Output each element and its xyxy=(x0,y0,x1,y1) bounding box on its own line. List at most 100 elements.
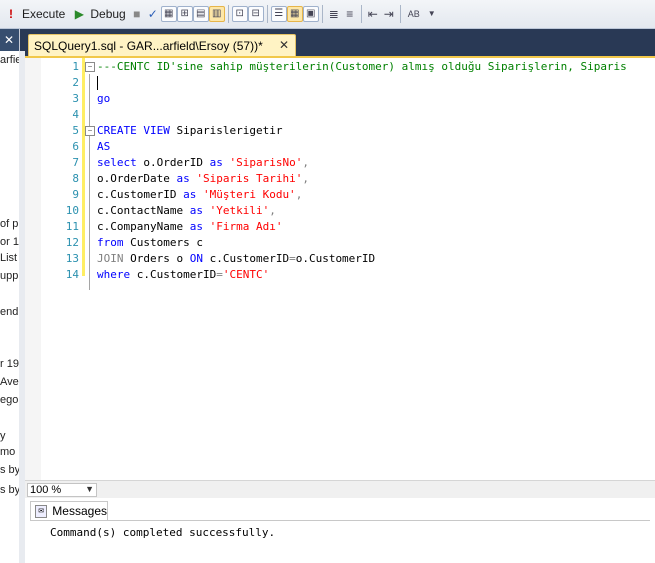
editor-margin xyxy=(25,58,41,480)
client-stats-icon[interactable]: ⊟ xyxy=(247,6,264,22)
actual-plan-icon[interactable]: ⊡ xyxy=(231,6,248,22)
code-token: = xyxy=(216,268,223,281)
code-token: as xyxy=(183,188,197,201)
tab-close-icon[interactable]: ✕ xyxy=(279,38,289,52)
toolbar-separator xyxy=(399,5,401,23)
explorer-node-fragment[interactable]: end xyxy=(0,306,18,318)
code-token: ---CENTC ID'sine sahip müşterilerin(Cust… xyxy=(97,60,627,73)
explorer-node-fragment[interactable]: of p xyxy=(0,218,18,230)
code-token: Siparislerigetir xyxy=(169,124,283,137)
code-token: from xyxy=(97,236,124,249)
code-area[interactable]: ---CENTC ID'sine sahip müşterilerin(Cust… xyxy=(97,58,627,283)
execute-button[interactable]: ! Execute xyxy=(0,3,68,25)
collapse-region-icon[interactable]: − xyxy=(85,126,95,136)
code-line[interactable]: c.ContactName as 'Yetkili', xyxy=(97,203,627,219)
code-line[interactable]: c.CompanyName as 'Firma Adı' xyxy=(97,219,627,235)
toolbar-overflow-icon[interactable]: ▼ xyxy=(424,6,440,22)
explorer-node-fragment[interactable]: y xyxy=(0,430,6,442)
line-number: 12 xyxy=(65,236,79,249)
play-icon: ▶ xyxy=(74,7,84,21)
code-token: 'Müşteri Kodu' xyxy=(202,188,296,201)
code-line[interactable]: o.OrderDate as 'Siparis Tarihi', xyxy=(97,171,627,187)
intellisense-icon[interactable]: ▥ xyxy=(208,6,225,22)
line-number: 6 xyxy=(72,140,79,153)
query-options-icon[interactable]: ▦ xyxy=(160,6,177,22)
code-line[interactable]: JOIN Orders o ON c.CustomerID=o.Customer… xyxy=(97,251,627,267)
changed-lines-marker xyxy=(82,58,85,276)
code-token: as xyxy=(189,220,203,233)
code-token: c.CustomerID xyxy=(97,188,184,201)
increase-indent-icon[interactable]: ⇥ xyxy=(381,6,397,22)
query-editor[interactable]: 1 2 3 4 5 6 7 8 9 10 11 12 13 14 − − ---CENTC ID'sine… xyxy=(25,56,655,480)
code-token: VIEW xyxy=(143,124,170,137)
code-token: as xyxy=(176,172,190,185)
toolbar-separator xyxy=(360,5,362,23)
parse-check-icon[interactable]: ✓ xyxy=(145,6,161,22)
stop-icon[interactable]: ■ xyxy=(129,6,145,22)
explorer-node-fragment[interactable]: Ave xyxy=(0,376,19,388)
explorer-node-fragment[interactable]: mo xyxy=(0,446,15,458)
code-token: where xyxy=(97,268,131,281)
results-to-text-icon[interactable]: ☰ xyxy=(270,6,287,22)
chevron-down-icon: ▼ xyxy=(85,484,94,494)
results-to-grid-icon[interactable]: ▦ xyxy=(286,6,303,22)
code-line[interactable]: select o.OrderID as 'SiparisNo', xyxy=(97,155,627,171)
line-number: 7 xyxy=(72,156,79,169)
code-token: o.OrderID xyxy=(136,156,210,169)
collapse-region-icon[interactable]: − xyxy=(85,62,95,72)
messages-tab-label: Messages xyxy=(52,504,107,518)
close-icon[interactable]: ✕ xyxy=(4,33,14,47)
zoom-value: 100 % xyxy=(30,484,62,496)
line-numbers: 1 2 3 4 5 6 7 8 9 10 11 12 13 14 xyxy=(41,58,81,283)
code-token: Customers c xyxy=(123,236,203,249)
zoom-dropdown[interactable]: 100 % ▼ xyxy=(27,483,97,497)
line-number: 13 xyxy=(65,252,79,265)
comment-lines-icon[interactable]: ≣ xyxy=(326,6,342,22)
tab-messages[interactable]: ✉ Messages xyxy=(30,501,108,521)
code-line[interactable]: go xyxy=(97,91,627,107)
decrease-indent-icon[interactable]: ⇤ xyxy=(365,6,381,22)
code-line[interactable] xyxy=(97,107,627,123)
explorer-node-fragment[interactable]: List xyxy=(0,252,17,264)
code-line[interactable]: AS xyxy=(97,139,627,155)
query-designer-icon[interactable]: ▤ xyxy=(192,6,209,22)
messages-icon: ✉ xyxy=(35,504,48,518)
code-token: 'Yetkili' xyxy=(209,204,270,217)
debug-button[interactable]: ▶ Debug xyxy=(68,3,128,25)
tab-title: SQLQuery1.sql - GAR...arfield\Ersoy (57)… xyxy=(34,38,263,53)
explorer-node-fragment[interactable]: upp xyxy=(0,270,18,282)
results-tab-divider xyxy=(30,520,650,521)
results-to-file-icon[interactable]: ▣ xyxy=(302,6,319,22)
explorer-node-fragment[interactable]: arfie xyxy=(0,54,19,66)
toolbar-separator xyxy=(321,5,323,23)
code-line[interactable]: from Customers c xyxy=(97,235,627,251)
explorer-node-fragment[interactable]: or 19 xyxy=(0,236,19,248)
code-line[interactable]: CREATE VIEW Siparislerigetir xyxy=(97,123,627,139)
explorer-node-fragment[interactable]: r 19 xyxy=(0,358,19,370)
display-plan-icon[interactable]: ⊞ xyxy=(176,6,193,22)
code-line[interactable]: ---CENTC ID'sine sahip müşterilerin(Cust… xyxy=(97,59,627,75)
sql-editor-toolbar: ! Execute ▶ Debug ■ ✓ ▦ ⊞ ▤ ▥ ⊡ ⊟ ☰ ▦ ▣ … xyxy=(0,0,655,29)
uncomment-lines-icon[interactable]: ≡ xyxy=(342,6,358,22)
code-token: select xyxy=(97,156,137,169)
code-line[interactable]: c.CustomerID as 'Müşteri Kodu', xyxy=(97,187,627,203)
code-token: o.CustomerID xyxy=(295,252,376,265)
code-token: 'Siparis Tarihi' xyxy=(196,172,303,185)
line-number: 4 xyxy=(72,108,79,121)
explorer-node-fragment[interactable]: s by xyxy=(0,464,19,476)
code-line[interactable] xyxy=(97,75,627,91)
code-token: AS xyxy=(97,140,111,153)
execute-exclamation-icon: ! xyxy=(9,7,13,21)
code-token: c.CompanyName xyxy=(97,220,190,233)
code-line[interactable]: where c.CustomerID='CENTC' xyxy=(97,267,627,283)
specify-values-icon[interactable]: AB xyxy=(404,6,424,22)
object-explorer-panel: arfie of p or 19 List upp end r 19 Ave egor y mo s … xyxy=(0,29,20,563)
explorer-node-fragment[interactable]: s by xyxy=(0,484,19,496)
code-token: CREATE xyxy=(97,124,137,137)
code-token: o.OrderDate xyxy=(97,172,177,185)
tab-sqlquery1[interactable]: SQLQuery1.sql - GAR...arfield\Ersoy (57)… xyxy=(28,34,296,56)
explorer-node-fragment[interactable]: egor xyxy=(0,394,19,406)
editor-horizontal-scrollbar[interactable]: 100 % ▼ xyxy=(25,480,655,500)
line-number: 11 xyxy=(65,220,79,233)
